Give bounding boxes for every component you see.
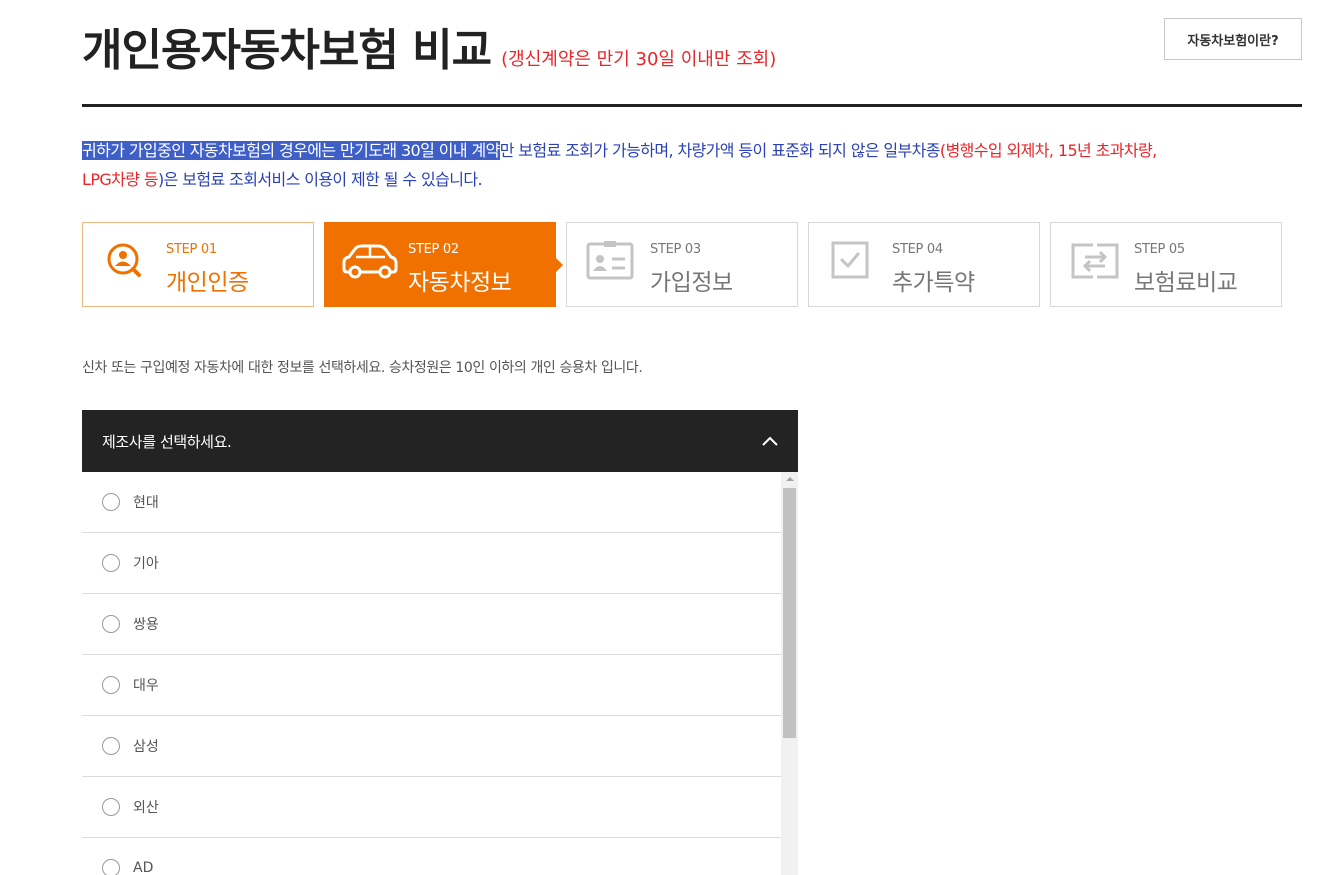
maker-list-scrollbar[interactable] — [781, 472, 798, 875]
step-5-number: STEP 05 — [1134, 242, 1185, 257]
maker-option-label: 쌍용 — [133, 617, 159, 633]
maker-option-label: 삼성 — [133, 739, 159, 755]
maker-select-label: 제조사를 선택하세요. — [102, 432, 232, 451]
id-card-icon — [586, 241, 634, 280]
step-1-name: 개인인증 — [166, 270, 249, 296]
notice-red-2: LPG차량 등 — [82, 170, 159, 189]
radio-button[interactable] — [102, 859, 120, 875]
active-step-arrow — [555, 257, 563, 273]
maker-option-label: 대우 — [133, 678, 159, 694]
auto-insurance-info-button[interactable]: 자동차보험이란? — [1164, 18, 1302, 60]
step-1[interactable]: STEP 01 개인인증 — [82, 222, 314, 307]
notice-part-1: 만 보험료 조회가 가능하며, 차량가액 등이 표준화 되지 않은 일부차종 — [499, 141, 941, 160]
step-5[interactable]: STEP 05 보험료비교 — [1050, 222, 1282, 307]
step-4-name: 추가특약 — [892, 270, 975, 296]
maker-option-label: 기아 — [133, 556, 159, 572]
step-4-number: STEP 04 — [892, 242, 943, 257]
page-title: 개인용자동차보험 비교 (갱신계약은 만기 30일 이내만 조회) — [82, 14, 776, 78]
user-search-icon — [107, 243, 141, 277]
car-icon — [342, 244, 398, 279]
maker-option-label: 외산 — [133, 800, 159, 816]
maker-option-kia[interactable]: 기아 — [82, 533, 781, 594]
notice-part-2: )은 보험료 조회서비스 이용이 제한 될 수 있습니다. — [158, 170, 483, 189]
page-subtitle: (갱신계약은 만기 30일 이내만 조회) — [501, 49, 777, 70]
step-2-name: 자동차정보 — [408, 270, 512, 296]
notice-highlight: 귀하가 가입중인 자동차보험의 경우에는 만기도래 30일 이내 계약 — [82, 141, 500, 160]
maker-option-samsung[interactable]: 삼성 — [82, 716, 781, 777]
maker-option-label: AD — [133, 860, 154, 875]
step-3-number: STEP 03 — [650, 242, 701, 257]
radio-button[interactable] — [102, 554, 120, 572]
page-title-text: 개인용자동차보험 비교 — [82, 25, 492, 76]
notice-text: 귀하가 가입중인 자동차보험의 경우에는 만기도래 30일 이내 계약만 보험료… — [82, 136, 1302, 194]
maker-option-daewoo[interactable]: 대우 — [82, 655, 781, 716]
step-2-number: STEP 02 — [408, 242, 459, 257]
maker-option-imported[interactable]: 외산 — [82, 777, 781, 838]
scroll-up-arrow-icon[interactable] — [781, 472, 798, 486]
maker-option-ad[interactable]: AD — [82, 838, 781, 875]
step-1-number: STEP 01 — [166, 242, 217, 257]
vehicle-guide-text: 신차 또는 구입예정 자동차에 대한 정보를 선택하세요. 승차정원은 10인 … — [82, 360, 643, 376]
maker-select-header[interactable]: 제조사를 선택하세요. — [82, 410, 798, 472]
checkbox-icon — [831, 241, 869, 279]
step-5-name: 보험료비교 — [1134, 270, 1238, 296]
radio-button[interactable] — [102, 737, 120, 755]
maker-option-label: 현대 — [133, 495, 159, 511]
notice-red-1: (병행수입 외제차, 15년 초과차량, — [939, 141, 1157, 160]
step-2[interactable]: STEP 02 자동차정보 — [324, 222, 563, 307]
compare-icon — [1071, 243, 1119, 279]
title-divider — [82, 104, 1302, 107]
step-4[interactable]: STEP 04 추가특약 — [808, 222, 1040, 307]
radio-button[interactable] — [102, 676, 120, 694]
maker-option-ssangyong[interactable]: 쌍용 — [82, 594, 781, 655]
scrollbar-thumb[interactable] — [783, 488, 796, 738]
step-3[interactable]: STEP 03 가입정보 — [566, 222, 798, 307]
maker-option-list: 현대 기아 쌍용 대우 삼성 외산 AD — [82, 472, 781, 875]
chevron-up-icon[interactable] — [762, 436, 778, 446]
step-3-name: 가입정보 — [650, 270, 733, 296]
radio-button[interactable] — [102, 798, 120, 816]
radio-button[interactable] — [102, 493, 120, 511]
radio-button[interactable] — [102, 615, 120, 633]
maker-option-hyundai[interactable]: 현대 — [82, 472, 781, 533]
maker-select-panel: 제조사를 선택하세요. 현대 기아 쌍용 대우 삼성 외산 AD — [82, 410, 798, 875]
